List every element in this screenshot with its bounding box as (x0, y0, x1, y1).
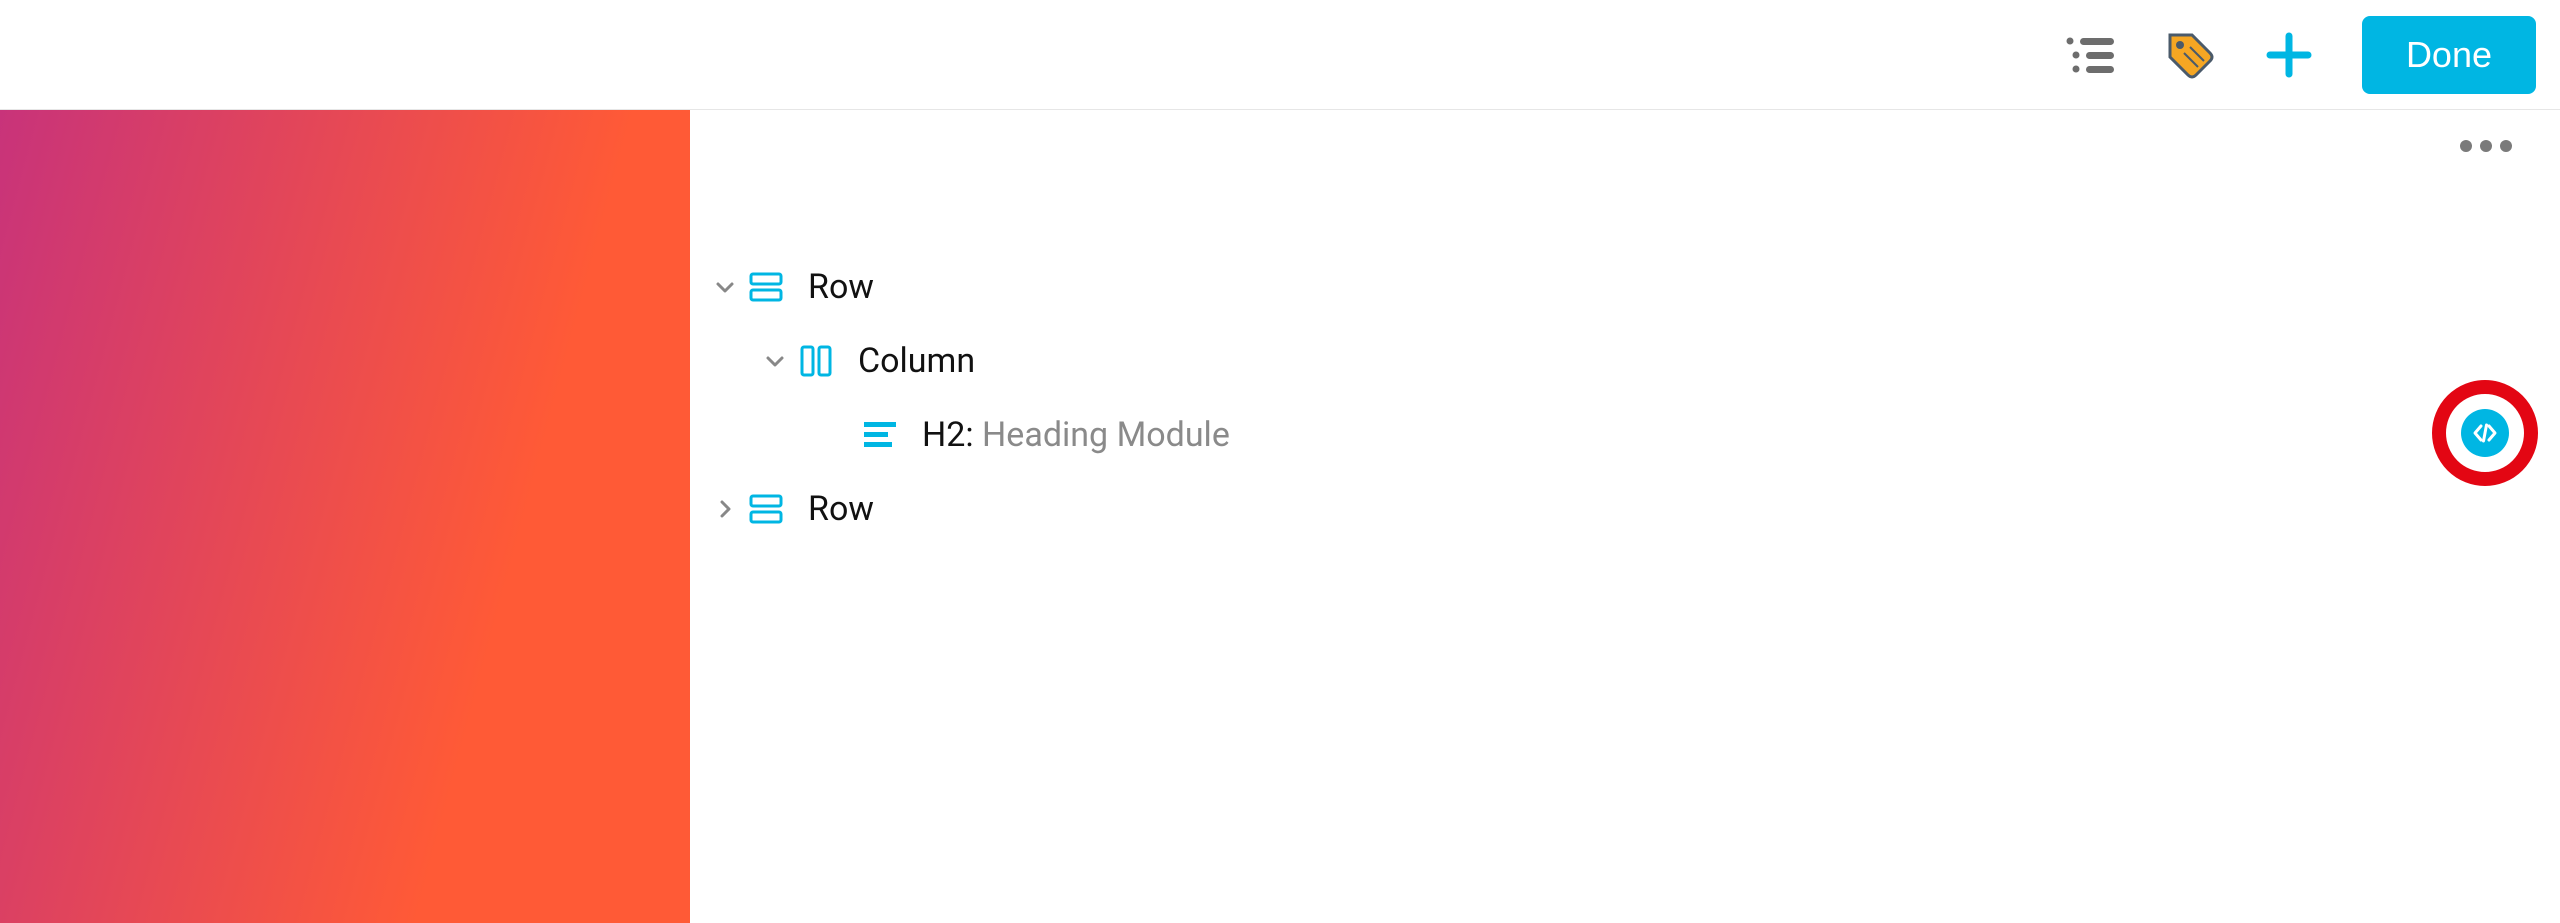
tree-item-column[interactable]: Column (690, 324, 2560, 398)
done-button[interactable]: Done (2362, 16, 2536, 94)
more-options-icon[interactable] (2460, 140, 2512, 152)
outline-panel: Row Column (690, 110, 2560, 923)
tree-item-prefix: H2 (922, 415, 965, 455)
layout-tree: Row Column (690, 250, 2560, 546)
tree-item-secondary: Heading Module (982, 415, 1230, 455)
tree-item-heading-module[interactable]: H2: Heading Module (690, 398, 2560, 472)
add-icon[interactable] (2264, 30, 2314, 80)
tree-item-row[interactable]: Row (690, 472, 2560, 546)
main-area: Row Column (0, 110, 2560, 923)
chevron-right-icon[interactable] (710, 498, 740, 520)
text-module-icon (862, 420, 898, 450)
column-icon (798, 343, 834, 379)
tree-item-label: Row (808, 489, 874, 529)
chevron-down-icon[interactable] (710, 276, 740, 298)
chevron-down-icon[interactable] (760, 350, 790, 372)
tag-icon[interactable] (2164, 29, 2216, 81)
tree-item-label: H2: Heading Module (922, 415, 1230, 455)
code-icon[interactable] (2461, 409, 2509, 457)
outline-list-icon[interactable] (2064, 33, 2116, 77)
tree-item-label: Column (858, 341, 975, 381)
row-icon (748, 269, 784, 305)
preview-pane (0, 110, 690, 923)
code-settings-highlight[interactable] (2432, 380, 2538, 486)
tree-item-label: Row (808, 267, 874, 307)
top-toolbar: Done (0, 0, 2560, 110)
tree-item-row[interactable]: Row (690, 250, 2560, 324)
row-icon (748, 491, 784, 527)
